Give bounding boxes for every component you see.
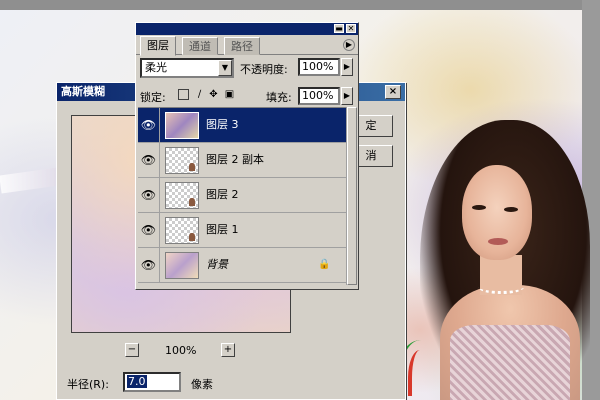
zoom-in-button[interactable]: + [221,343,235,357]
portrait-image [420,120,590,400]
eye-icon[interactable]: 👁 [138,213,160,247]
eye-icon[interactable]: 👁 [138,143,160,177]
layer-thumbnail [165,217,199,244]
layer-name: 图层 3 [206,118,239,131]
minimize-icon[interactable]: ▬ [334,24,344,33]
brush-lock-icon[interactable]: ∕ [194,89,205,100]
eye-icon[interactable]: 👁 [138,108,160,142]
radius-input[interactable]: 7.0 [123,372,181,392]
layer-row[interactable]: 👁 图层 1 [138,213,346,248]
fill-slider-arrow-icon[interactable]: ▶ [341,87,353,105]
layer-row[interactable]: 👁 图层 3 [138,108,346,143]
radius-label: 半径(R): [67,378,109,391]
layer-thumbnail [165,252,199,279]
portrait-dress [450,325,570,400]
palette-tabs: 图层 通道 路径 ▶ [136,35,358,56]
red-swirl-decoration [408,350,428,396]
layer-name: 背景 [206,258,228,271]
layer-thumbnail [165,112,199,139]
figure-mark [189,163,195,171]
close-button[interactable]: × [385,85,401,99]
opacity-slider-arrow-icon[interactable]: ▶ [341,58,353,76]
layers-palette: ▬ ✕ 图层 通道 路径 ▶ 柔光 ▼ 不透明度: 100% ▶ 锁定: ∕ ✥… [135,22,359,290]
portrait-face [462,165,532,260]
portrait-necklace [478,280,524,294]
palette-title-bar[interactable]: ▬ ✕ [136,23,358,35]
layer-list-scrollbar[interactable] [346,107,357,285]
portrait-lips [488,238,508,245]
opacity-label: 不透明度: [240,63,288,76]
radius-value: 7.0 [127,375,147,388]
blend-mode-value: 柔光 [145,61,167,74]
radius-unit-label: 像素 [191,378,213,391]
layer-row[interactable]: 👁 图层 2 [138,178,346,213]
eye-icon[interactable]: 👁 [138,178,160,212]
lock-icon: 🔒 [318,259,331,270]
tab-channels[interactable]: 通道 [182,37,218,55]
portrait-left-eye [472,205,486,210]
portrait-right-eye [504,207,518,212]
layer-thumbnail [165,182,199,209]
layer-list: 👁 图层 3 👁 图层 2 副本 👁 图层 2 👁 图层 1 👁 背景 🔒 [138,107,346,285]
figure-mark [189,198,195,206]
workspace-border-top [0,0,600,10]
figure-mark [189,233,195,241]
tab-layers[interactable]: 图层 [140,36,176,56]
scrollbar-thumb[interactable] [347,107,357,285]
layer-thumbnail [165,147,199,174]
palette-menu-icon[interactable]: ▶ [343,39,355,51]
layer-name: 图层 2 副本 [206,153,264,166]
layer-name: 图层 1 [206,223,239,236]
layer-row[interactable]: 👁 图层 2 副本 [138,143,346,178]
transparent-lock-icon[interactable] [178,89,189,100]
fill-label: 填充: [266,91,292,104]
blend-mode-select[interactable]: 柔光 ▼ [140,58,234,78]
eye-icon[interactable]: 👁 [138,248,160,282]
move-lock-icon[interactable]: ✥ [208,89,219,100]
tab-paths[interactable]: 路径 [224,37,260,55]
zoom-level: 100% [165,344,197,357]
all-lock-icon[interactable]: ▣ [224,89,235,100]
zoom-out-button[interactable]: − [125,343,139,357]
layer-name: 图层 2 [206,188,239,201]
lock-label: 锁定: [140,91,166,104]
close-icon[interactable]: ✕ [346,24,356,33]
chevron-down-icon[interactable]: ▼ [218,60,232,76]
layer-row[interactable]: 👁 背景 🔒 [138,248,346,283]
fill-input[interactable]: 100% [298,87,340,105]
opacity-input[interactable]: 100% [298,58,340,76]
